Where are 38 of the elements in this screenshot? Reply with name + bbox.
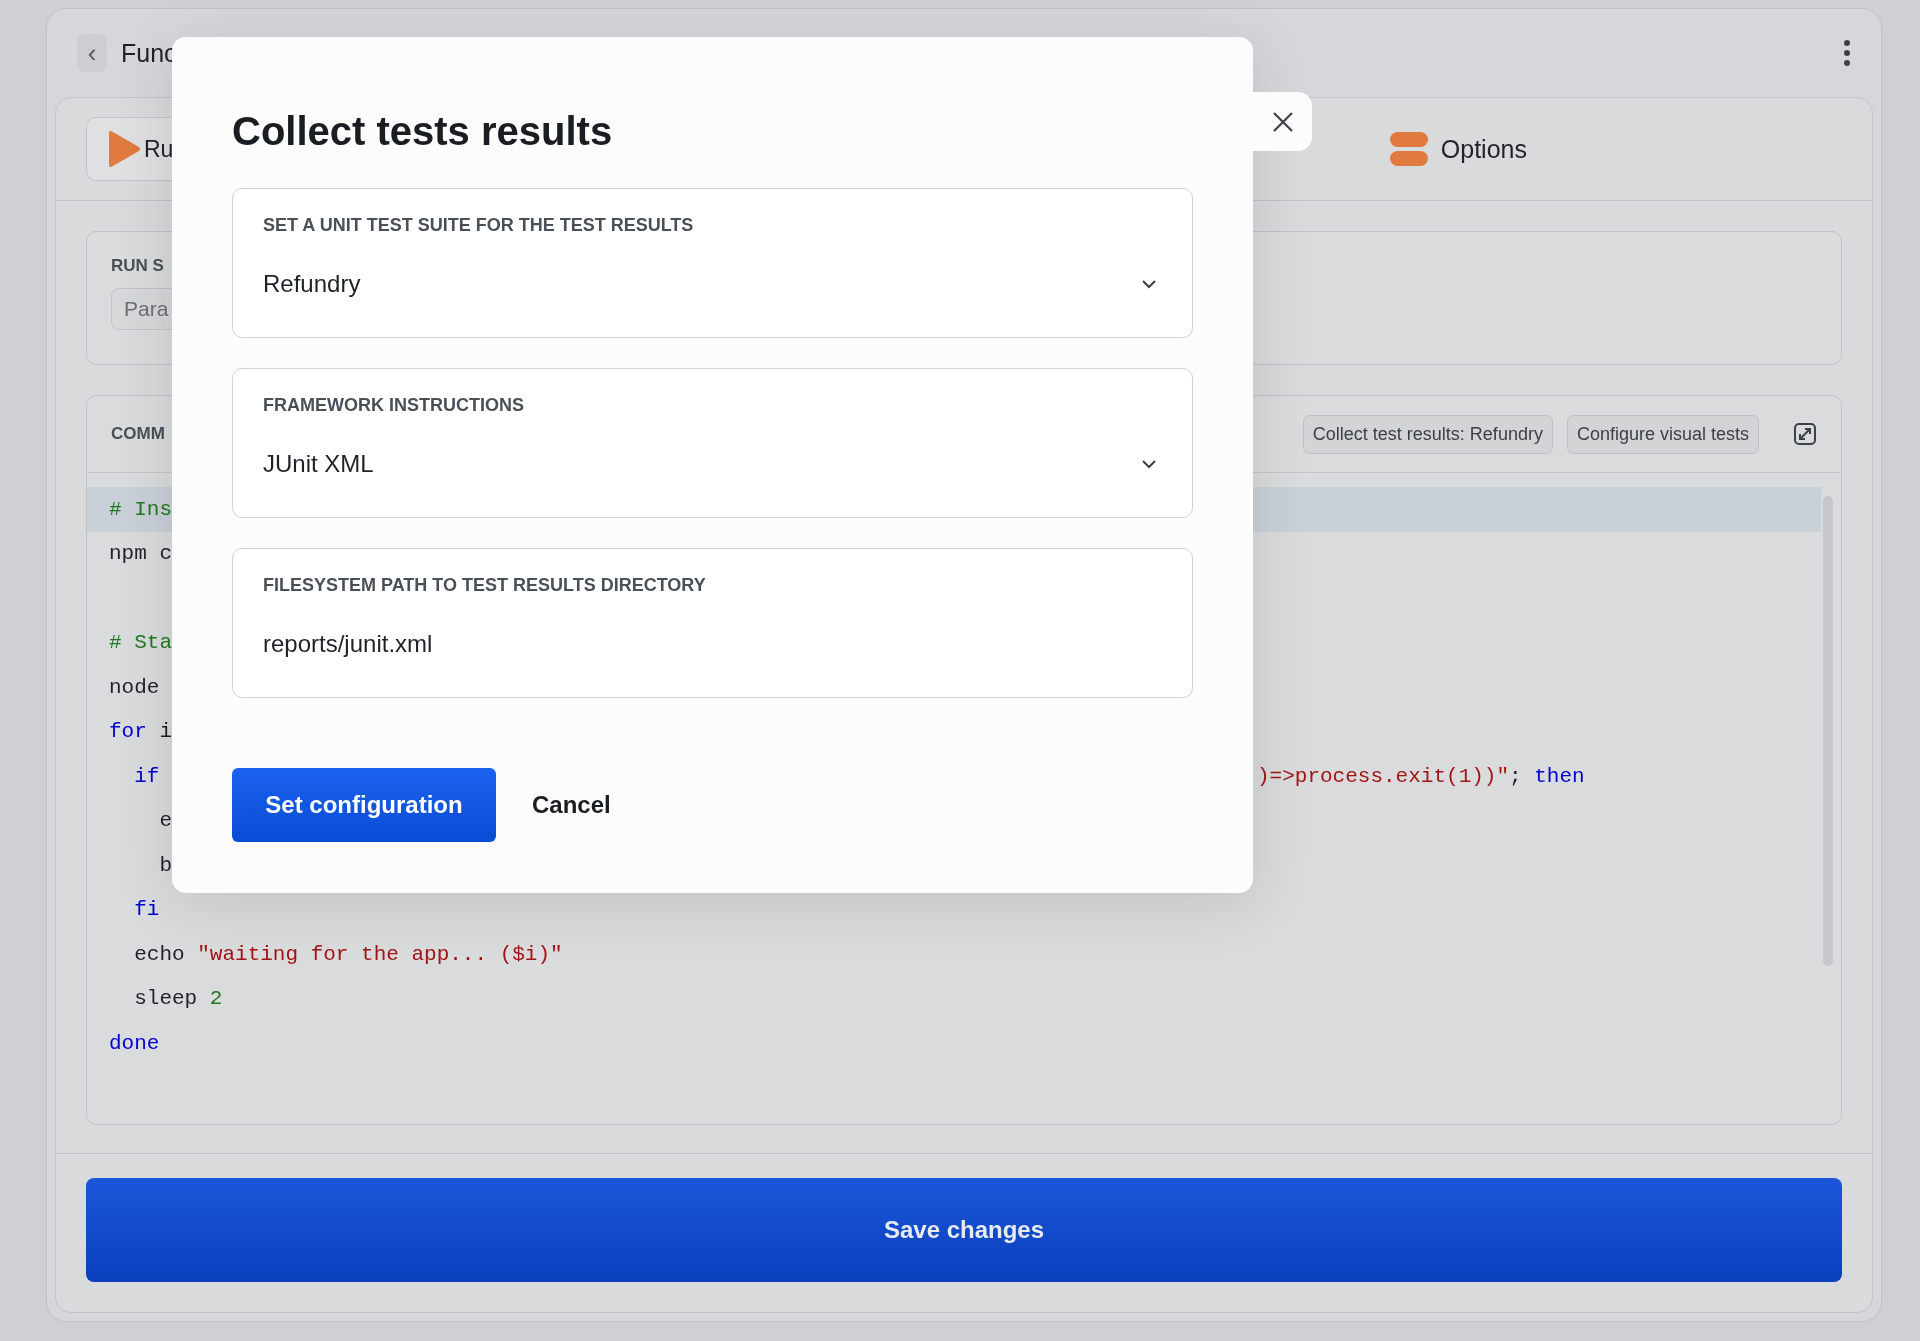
expand-icon[interactable] [1793, 422, 1817, 446]
section-label: COMM [111, 424, 165, 444]
field-value: JUnit XML [263, 450, 374, 478]
command-chip[interactable]: Collect test results: Refundry [1302, 414, 1553, 454]
close-button[interactable] [1253, 92, 1312, 151]
code-line: done [109, 1031, 160, 1055]
dropdown[interactable]: SET A UNIT TEST SUITE FOR THE TEST RESULTS Refundry [232, 188, 1193, 338]
tab[interactable]: Options [1373, 117, 1542, 181]
field-value: reports/junit.xml [263, 630, 433, 658]
code-line: # Ins [109, 497, 172, 521]
dropdown[interactable]: FRAMEWORK INSTRUCTIONS JUnit XML [232, 368, 1193, 518]
code-line: npm c [109, 542, 172, 566]
input-field[interactable]: FILESYSTEM PATH TO TEST RESULTS DIRECTORY reports/junit.xml [232, 548, 1193, 698]
code-line: b [158, 853, 172, 877]
cancel-button[interactable]: Cancel [526, 790, 617, 820]
code-line: for i [109, 720, 173, 744]
code-line: )=>process.exit(1))"; then [1257, 764, 1585, 788]
chevron-down-icon [1140, 458, 1158, 470]
code-line: fi [133, 898, 160, 922]
chevron-down-icon [1140, 278, 1158, 290]
code-line: if [133, 764, 160, 788]
code-line: node [109, 675, 160, 699]
more-icon[interactable] [1843, 39, 1851, 67]
command-chip[interactable]: Configure visual tests [1566, 414, 1759, 454]
field-value: Refundry [263, 270, 361, 298]
code-line: sleep 2 [133, 987, 223, 1011]
code-line: e [158, 809, 172, 833]
code-line: # Sta [109, 631, 172, 655]
field-label: FRAMEWORK INSTRUCTIONS [263, 395, 525, 416]
close-icon [1270, 109, 1295, 134]
set-configuration-button[interactable]: Set configuration [232, 768, 496, 842]
back-button[interactable]: ‹ [77, 34, 107, 72]
save-button[interactable]: Save changes [86, 1178, 1842, 1282]
field-label: SET A UNIT TEST SUITE FOR THE TEST RESULTS [263, 215, 695, 236]
field-label: FILESYSTEM PATH TO TEST RESULTS DIRECTORY [263, 575, 707, 596]
code-line: echo "waiting for the app... ($i)" [133, 942, 563, 966]
section-label: RUN S [111, 256, 164, 276]
toggle-icon [1388, 131, 1429, 167]
